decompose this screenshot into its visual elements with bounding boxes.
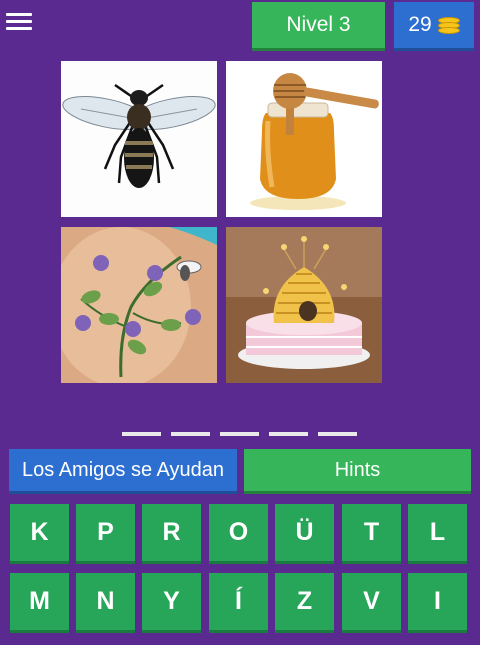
letter-key[interactable]: K — [10, 504, 69, 561]
level-label: Nivel 3 — [286, 13, 351, 36]
clue-image-bee[interactable] — [61, 61, 217, 217]
answer-slot[interactable] — [220, 432, 259, 436]
letter-key[interactable]: T — [342, 504, 401, 561]
letter-key[interactable]: Z — [275, 573, 334, 630]
clue-image-honey-jar[interactable] — [226, 61, 382, 217]
letter-key[interactable]: Y — [142, 573, 201, 630]
answer-slot[interactable] — [122, 432, 161, 436]
letter-key[interactable]: Ü — [275, 504, 334, 561]
letter-key[interactable]: R — [142, 504, 201, 561]
letter-key[interactable]: L — [408, 504, 467, 561]
coin-count: 29 — [408, 13, 432, 36]
answer-slot[interactable] — [269, 432, 308, 436]
letter-key[interactable]: N — [76, 573, 135, 630]
clue-image-beehive-cake[interactable] — [226, 227, 382, 383]
letter-key[interactable]: Í — [209, 573, 268, 630]
letter-key[interactable]: I — [408, 573, 467, 630]
coins-badge[interactable]: 29 — [394, 2, 474, 48]
hints-button[interactable]: Hints — [244, 449, 471, 491]
clue-image-bee-tattoo[interactable] — [61, 227, 217, 383]
coin-stack-icon — [437, 16, 460, 34]
letter-key[interactable]: V — [342, 573, 401, 630]
menu-icon[interactable] — [6, 10, 32, 36]
answer-slot[interactable] — [318, 432, 357, 436]
answer-slots — [122, 432, 357, 436]
letter-key[interactable]: M — [10, 573, 69, 630]
letter-key[interactable]: P — [76, 504, 135, 561]
amigos-button[interactable]: Los Amigos se Ayudan — [9, 449, 237, 491]
level-badge: Nivel 3 — [252, 2, 385, 48]
answer-slot[interactable] — [171, 432, 210, 436]
letter-key[interactable]: O — [209, 504, 268, 561]
